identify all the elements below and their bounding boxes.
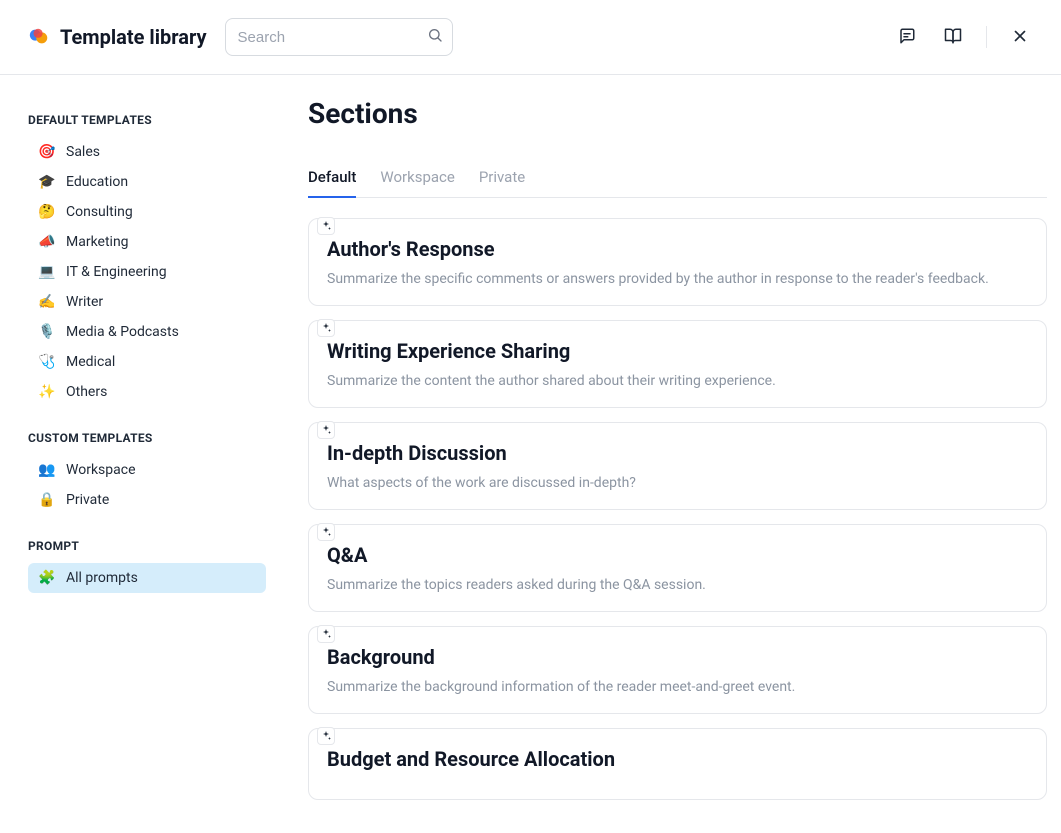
tab[interactable]: Workspace bbox=[380, 160, 454, 198]
template-card[interactable]: Background Summarize the background infor… bbox=[308, 626, 1047, 714]
card-title: Writing Experience Sharing bbox=[327, 339, 1028, 363]
sidebar-item-label: Medical bbox=[66, 354, 115, 370]
sparkle-icon bbox=[317, 421, 335, 439]
main: Sections Default Workspace Private Author'… bbox=[280, 75, 1061, 833]
sparkle-icon bbox=[317, 727, 335, 745]
template-card[interactable]: Q&A Summarize the topics readers asked du… bbox=[308, 524, 1047, 612]
sidebar-item[interactable]: 🎯 Sales bbox=[28, 137, 266, 167]
close-button[interactable] bbox=[1007, 23, 1033, 52]
card-title: In-depth Discussion bbox=[327, 441, 1028, 465]
sparkle-icon bbox=[317, 523, 335, 541]
sidebar-item-label: Others bbox=[66, 384, 107, 400]
template-card[interactable]: Author's Response Summarize the specific … bbox=[308, 218, 1047, 306]
search-icon bbox=[427, 27, 443, 47]
sidebar: DEFAULT TEMPLATES 🎯 Sales 🎓 Education 🤔 Consu… bbox=[0, 75, 280, 833]
sidebar-item-label: Workspace bbox=[66, 462, 136, 478]
card-description: Summarize the topics readers asked durin… bbox=[327, 577, 1028, 593]
sidebar-item-emoji-icon: 👥 bbox=[38, 462, 56, 478]
search-input[interactable] bbox=[225, 18, 453, 56]
page-title: Sections bbox=[308, 97, 1047, 130]
card-description: Summarize the content the author shared … bbox=[327, 373, 1028, 389]
sidebar-item-emoji-icon: 🎯 bbox=[38, 144, 56, 160]
cards: Author's Response Summarize the specific … bbox=[308, 218, 1047, 800]
card-title: Budget and Resource Allocation bbox=[327, 747, 1028, 771]
header-actions bbox=[894, 23, 1033, 52]
sidebar-item-emoji-icon: 💻 bbox=[38, 264, 56, 280]
sidebar-prompt-list: 🧩 All prompts bbox=[28, 563, 266, 593]
sidebar-section-prompt-title: PROMPT bbox=[28, 539, 266, 553]
sidebar-item[interactable]: 🎙️ Media & Podcasts bbox=[28, 317, 266, 347]
sidebar-custom-list: 👥 Workspace 🔒 Private bbox=[28, 455, 266, 515]
sidebar-item[interactable]: 💻 IT & Engineering bbox=[28, 257, 266, 287]
sidebar-section-default-title: DEFAULT TEMPLATES bbox=[28, 113, 266, 127]
sidebar-item-label: Media & Podcasts bbox=[66, 324, 179, 340]
sparkle-icon bbox=[317, 217, 335, 235]
sidebar-item-emoji-icon: 📣 bbox=[38, 234, 56, 250]
brand-title: Template library bbox=[60, 25, 207, 49]
brand: Template library bbox=[28, 25, 207, 49]
sidebar-item-emoji-icon: 🎙️ bbox=[38, 324, 56, 340]
card-title: Background bbox=[327, 645, 1028, 669]
brand-logo-icon bbox=[28, 26, 50, 48]
sidebar-item-label: Sales bbox=[66, 144, 100, 160]
tab[interactable]: Default bbox=[308, 160, 356, 198]
template-card[interactable]: In-depth Discussion What aspects of the w… bbox=[308, 422, 1047, 510]
card-title: Q&A bbox=[327, 543, 1028, 567]
sidebar-item[interactable]: 🤔 Consulting bbox=[28, 197, 266, 227]
template-card[interactable]: Writing Experience Sharing Summarize the … bbox=[308, 320, 1047, 408]
sparkle-icon bbox=[317, 625, 335, 643]
template-card[interactable]: Budget and Resource Allocation bbox=[308, 728, 1047, 800]
sidebar-section-custom-title: CUSTOM TEMPLATES bbox=[28, 431, 266, 445]
card-description: Summarize the background information of … bbox=[327, 679, 1028, 695]
sidebar-item-label: Consulting bbox=[66, 204, 133, 220]
tabs: Default Workspace Private bbox=[308, 160, 1047, 198]
search-wrap bbox=[225, 18, 453, 56]
sidebar-item[interactable]: ✨ Others bbox=[28, 377, 266, 407]
sidebar-item-label: All prompts bbox=[66, 570, 138, 586]
sidebar-item[interactable]: 👥 Workspace bbox=[28, 455, 266, 485]
sidebar-item[interactable]: 🧩 All prompts bbox=[28, 563, 266, 593]
sidebar-item[interactable]: ✍️ Writer bbox=[28, 287, 266, 317]
sidebar-item-emoji-icon: 🧩 bbox=[38, 570, 56, 586]
sidebar-item-label: Writer bbox=[66, 294, 103, 310]
sidebar-item-emoji-icon: 🎓 bbox=[38, 174, 56, 190]
sparkle-icon bbox=[317, 319, 335, 337]
divider bbox=[986, 26, 987, 48]
sidebar-item[interactable]: 📣 Marketing bbox=[28, 227, 266, 257]
sidebar-item-emoji-icon: ✍️ bbox=[38, 294, 56, 310]
chat-icon bbox=[898, 27, 916, 48]
sidebar-item-emoji-icon: 🩺 bbox=[38, 354, 56, 370]
feedback-button[interactable] bbox=[894, 23, 920, 52]
book-icon bbox=[944, 27, 962, 48]
sidebar-item-emoji-icon: 🔒 bbox=[38, 492, 56, 508]
card-title: Author's Response bbox=[327, 237, 1028, 261]
close-icon bbox=[1011, 27, 1029, 48]
sidebar-default-list: 🎯 Sales 🎓 Education 🤔 Consulting 📣 Marketing 💻 IT… bbox=[28, 137, 266, 407]
sidebar-item[interactable]: 🔒 Private bbox=[28, 485, 266, 515]
card-description: Summarize the specific comments or answe… bbox=[327, 271, 1028, 287]
sidebar-item-label: Private bbox=[66, 492, 109, 508]
sidebar-item-emoji-icon: ✨ bbox=[38, 384, 56, 400]
docs-button[interactable] bbox=[940, 23, 966, 52]
card-description: What aspects of the work are discussed i… bbox=[327, 475, 1028, 491]
tab[interactable]: Private bbox=[479, 160, 525, 198]
sidebar-item-label: Marketing bbox=[66, 234, 129, 250]
sidebar-item-label: IT & Engineering bbox=[66, 264, 167, 280]
sidebar-item-label: Education bbox=[66, 174, 128, 190]
sidebar-item[interactable]: 🎓 Education bbox=[28, 167, 266, 197]
sidebar-item-emoji-icon: 🤔 bbox=[38, 204, 56, 220]
sidebar-item[interactable]: 🩺 Medical bbox=[28, 347, 266, 377]
header: Template library bbox=[0, 0, 1061, 75]
